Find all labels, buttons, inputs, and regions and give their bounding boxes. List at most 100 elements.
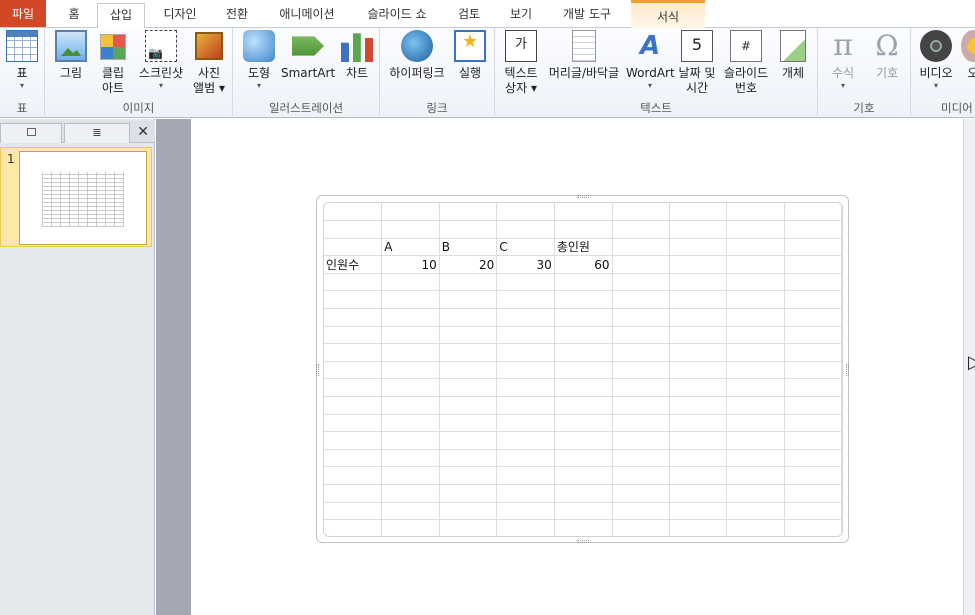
sheet-cell[interactable] [726,290,785,310]
sheet-cell[interactable] [669,238,728,257]
sheet-cell[interactable] [381,308,440,327]
sheet-cell[interactable] [439,449,498,468]
sheet-cell[interactable] [669,273,728,292]
sheet-cell[interactable] [554,431,613,450]
sheet-cell[interactable] [439,502,498,521]
sheet-cell[interactable] [496,519,555,536]
sheet-cell[interactable] [669,431,728,450]
hyperlink-button[interactable]: 하이퍼링크 [386,30,448,81]
chart-button[interactable]: 차트 [339,30,375,81]
header-footer-button[interactable]: 머리글/바닥글 [545,30,623,81]
clipart-button[interactable]: 클립 아트 [95,30,131,96]
sheet-cell[interactable] [381,273,440,292]
tab-view[interactable]: 보기 [498,3,544,28]
sheet-cell[interactable] [381,361,440,380]
sheet-cell[interactable] [324,220,383,239]
sheet-cell[interactable] [496,203,555,222]
sheet-cell[interactable] [726,449,785,468]
resize-handle-left[interactable] [316,364,319,376]
sheet-cell[interactable] [726,396,785,415]
sheet-cell[interactable] [784,396,842,415]
sheet-cell[interactable] [496,502,555,521]
object-button[interactable]: 개체 [775,30,811,81]
sheet-cell[interactable] [612,273,670,292]
sheet-cell[interactable] [612,220,670,239]
textbox-button[interactable]: 가 텍스트 상자 ▾ [501,30,541,96]
sheet-cell[interactable] [324,308,383,327]
embedded-worksheet[interactable]: A B C 총인원 인원수 10 20 30 60 [316,195,849,543]
sheet-cell[interactable]: 인원수 [324,255,383,274]
sheet-cell[interactable] [669,255,728,274]
sheet-cell[interactable] [381,431,440,450]
screenshot-button[interactable]: 스크린샷 ▾ [135,30,187,91]
sheet-cell[interactable] [554,414,613,433]
sheet-cell[interactable] [554,449,613,468]
audio-button[interactable]: 오 [959,30,975,81]
tab-slides[interactable] [0,123,62,143]
tab-design[interactable]: 디자인 [152,3,208,28]
sheet-cell[interactable] [784,378,842,398]
sheet-cell[interactable] [726,203,785,222]
sheet-cell[interactable] [726,378,785,398]
wordart-button[interactable]: A WordArt ▾ [626,30,675,91]
sheet-cell[interactable] [496,361,555,380]
sheet-cell[interactable] [669,290,728,310]
sheet-cell[interactable] [496,449,555,468]
sheet-cell[interactable] [669,203,728,222]
sheet-cell[interactable] [669,449,728,468]
sheet-cell[interactable] [496,273,555,292]
sheet-cell[interactable] [784,326,842,345]
sheet-cell[interactable] [669,343,728,362]
sheet-cell[interactable] [784,449,842,468]
sheet-cell[interactable] [496,343,555,362]
sheet-cell[interactable] [612,414,670,433]
sheet-cell[interactable] [324,290,383,310]
sheet-cell[interactable] [439,220,498,239]
sheet-cell[interactable] [554,519,613,536]
tab-file[interactable]: 파일 [0,0,46,27]
sheet-cell[interactable] [554,502,613,521]
sheet-cell[interactable] [669,378,728,398]
sheet-cell[interactable] [439,361,498,380]
sheet-cell[interactable] [669,308,728,327]
sheet-cell[interactable] [381,502,440,521]
sheet-cell[interactable] [324,414,383,433]
sheet-cell[interactable] [612,255,670,274]
resize-handle-right[interactable] [846,364,849,376]
picture-button[interactable]: 그림 [53,30,89,81]
sheet-cell[interactable] [784,203,842,222]
sheet-cell[interactable] [324,466,383,485]
sheet-cell[interactable] [726,273,785,292]
sheet-cell[interactable] [324,502,383,521]
sheet-cell[interactable] [784,290,842,310]
sheet-cell[interactable] [496,414,555,433]
sheet-cell[interactable] [554,343,613,362]
tab-outline[interactable]: ≣ [64,123,130,143]
sheet-cell[interactable] [381,414,440,433]
sheet-cell[interactable] [496,326,555,345]
sheet-cell[interactable] [381,519,440,536]
sheet-cell[interactable] [381,290,440,310]
sheet-cell[interactable] [784,220,842,239]
sheet-cell[interactable]: A [381,238,440,257]
tab-animations[interactable]: 애니메이션 [266,3,348,28]
sheet-cell[interactable] [726,255,785,274]
sheet-cell[interactable] [496,308,555,327]
sheet-cell[interactable] [612,238,670,257]
sheet-cell[interactable] [439,290,498,310]
sheet-cell[interactable] [324,273,383,292]
sheet-cell[interactable] [554,484,613,503]
sheet-cell[interactable] [324,203,383,222]
sheet-cell[interactable] [496,484,555,503]
sheet-cell[interactable] [669,220,728,239]
sheet-cell[interactable] [669,484,728,503]
sheet-cell[interactable] [324,361,383,380]
sheet-cell[interactable] [496,466,555,485]
sheet-cell[interactable] [554,273,613,292]
sheet-cell[interactable] [612,502,670,521]
sheet-cell[interactable] [726,414,785,433]
sheet-cell[interactable] [324,484,383,503]
sheet-cell[interactable]: 60 [554,255,613,274]
slide-thumbnail-row[interactable]: 1 [0,147,152,247]
sheet-cell[interactable] [612,343,670,362]
